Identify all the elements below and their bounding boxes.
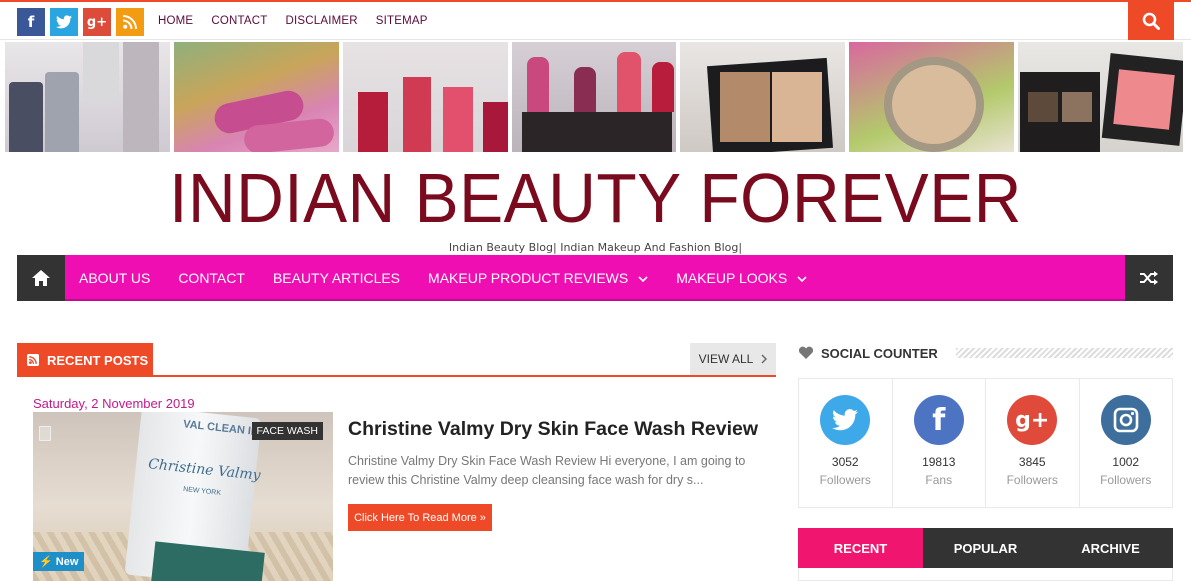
header-banner bbox=[5, 42, 1184, 152]
banner-image-palettes bbox=[1018, 42, 1184, 152]
nav-item-about-us[interactable]: ABOUT US bbox=[79, 270, 150, 286]
heart-icon bbox=[798, 346, 814, 359]
tabs-content bbox=[798, 568, 1173, 581]
social-counter-instagram[interactable]: 1002 Followers bbox=[1080, 379, 1173, 507]
top-nav-sitemap[interactable]: SITEMAP bbox=[376, 15, 428, 27]
rss-icon[interactable] bbox=[116, 8, 144, 36]
home-icon bbox=[32, 270, 50, 286]
social-count-label: Followers bbox=[1100, 473, 1152, 487]
social-counter-google-plus[interactable]: g+ 3845 Followers bbox=[986, 379, 1080, 507]
nav-item-makeup-product-reviews[interactable]: MAKEUP PRODUCT REVIEWS bbox=[428, 270, 648, 286]
social-count-label: Fans bbox=[925, 473, 953, 487]
top-nav-contact[interactable]: CONTACT bbox=[211, 15, 267, 27]
google-plus-icon[interactable]: g+ bbox=[83, 8, 111, 36]
social-counter-twitter[interactable]: 3052 Followers bbox=[799, 379, 893, 507]
nav-item-contact[interactable]: CONTACT bbox=[178, 270, 245, 286]
header-stripes bbox=[956, 348, 1173, 358]
google-plus-icon: g+ bbox=[1007, 395, 1058, 445]
social-counter-facebook[interactable]: f 19813 Fans bbox=[893, 379, 986, 507]
search-button[interactable] bbox=[1128, 2, 1174, 40]
chevron-down-icon bbox=[638, 276, 648, 283]
tab-recent[interactable]: RECENT bbox=[798, 528, 923, 568]
banner-image-nail-polish bbox=[5, 42, 170, 152]
nav-item-label: MAKEUP PRODUCT REVIEWS bbox=[428, 270, 629, 286]
chevron-right-icon bbox=[761, 354, 768, 364]
facebook-icon: f bbox=[913, 395, 964, 445]
search-icon bbox=[1142, 12, 1160, 30]
instagram-icon bbox=[1100, 395, 1151, 445]
post-title[interactable]: Christine Valmy Dry Skin Face Wash Revie… bbox=[348, 418, 758, 441]
site-description: Indian Beauty Blog| Indian Makeup And Fa… bbox=[448, 241, 743, 254]
banner-image-contour bbox=[680, 42, 846, 152]
page: f g+ HOME CONTACT DISCLAIMER SITEMAP IND… bbox=[0, 0, 1191, 581]
top-bar: f g+ HOME CONTACT DISCLAIMER SITEMAP bbox=[0, 0, 1191, 40]
social-count: 3052 bbox=[831, 455, 859, 469]
new-label: New bbox=[55, 556, 79, 568]
tab-archive[interactable]: ARCHIVE bbox=[1048, 528, 1173, 568]
category-badge[interactable]: FACE WASH bbox=[251, 422, 323, 440]
main-nav-items: ABOUT US CONTACT BEAUTY ARTICLES MAKEUP … bbox=[79, 255, 807, 301]
post-date: Saturday, 2 November 2019 bbox=[33, 396, 195, 411]
social-count-label: Followers bbox=[819, 473, 871, 487]
nav-item-beauty-articles[interactable]: BEAUTY ARTICLES bbox=[273, 270, 400, 286]
nav-item-makeup-looks[interactable]: MAKEUP LOOKS bbox=[676, 270, 807, 286]
top-nav-disclaimer[interactable]: DISCLAIMER bbox=[285, 15, 357, 27]
post-thumbnail[interactable]: VAL CLEAN II Christine Valmy NEW YORK FA… bbox=[33, 412, 333, 581]
recent-posts-header: RECENT POSTS VIEW ALL bbox=[17, 343, 776, 377]
sidebar-tabs: RECENT POPULAR ARCHIVE bbox=[798, 528, 1173, 568]
main-nav: ABOUT US CONTACT BEAUTY ARTICLES MAKEUP … bbox=[17, 255, 1173, 301]
social-count-label: Followers bbox=[1006, 473, 1058, 487]
home-button[interactable] bbox=[17, 255, 65, 301]
nav-item-label: MAKEUP LOOKS bbox=[676, 270, 788, 286]
view-all-button[interactable]: VIEW ALL bbox=[690, 343, 776, 375]
site-title[interactable]: INDIAN BEAUTY FOREVER bbox=[0, 158, 1191, 238]
banner-image-compact bbox=[849, 42, 1015, 152]
shuffle-icon bbox=[1140, 271, 1158, 285]
banner-image-lipsticks-pink bbox=[511, 42, 677, 152]
social-counter-header: SOCIAL COUNTER bbox=[798, 343, 1173, 365]
social-counter-title: SOCIAL COUNTER bbox=[821, 346, 938, 361]
bolt-icon: ⚡ bbox=[39, 556, 53, 568]
view-all-label: VIEW ALL bbox=[698, 352, 754, 366]
banner-image-nails bbox=[173, 42, 339, 152]
social-count: 3845 bbox=[1018, 455, 1046, 469]
top-nav: HOME CONTACT DISCLAIMER SITEMAP bbox=[158, 2, 428, 40]
social-counter-box: 3052 Followers f 19813 Fans g+ 3845 Foll… bbox=[798, 378, 1173, 508]
social-count: 19813 bbox=[922, 455, 956, 469]
tab-popular[interactable]: POPULAR bbox=[923, 528, 1048, 568]
twitter-icon[interactable] bbox=[50, 8, 78, 36]
rss-icon bbox=[27, 354, 39, 366]
chevron-down-icon bbox=[797, 276, 807, 283]
random-post-button[interactable] bbox=[1125, 255, 1173, 301]
recent-posts-title: RECENT POSTS bbox=[47, 352, 149, 368]
recent-posts-tab: RECENT POSTS bbox=[17, 343, 153, 377]
post-excerpt: Christine Valmy Dry Skin Face Wash Revie… bbox=[348, 454, 746, 487]
twitter-icon bbox=[820, 395, 871, 445]
document-icon bbox=[39, 426, 51, 441]
social-count: 1002 bbox=[1112, 455, 1140, 469]
facebook-icon[interactable]: f bbox=[17, 8, 45, 36]
read-more-button[interactable]: Click Here To Read More » bbox=[348, 504, 492, 531]
top-nav-home[interactable]: HOME bbox=[158, 15, 193, 27]
new-badge: ⚡ New bbox=[33, 552, 85, 571]
banner-image-lipsticks-red bbox=[342, 42, 508, 152]
